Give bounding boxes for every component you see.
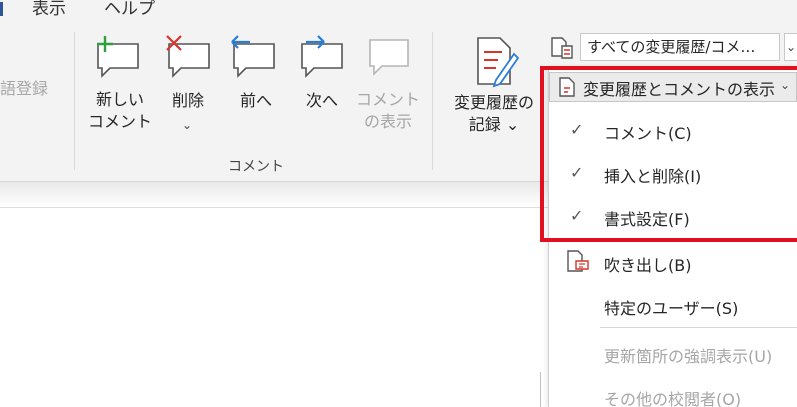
new-comment-line2: コメント <box>88 112 153 131</box>
menu-item-label: 挿入と削除(I) <box>604 167 702 186</box>
menu-item-label: その他の校閲者(O) <box>604 390 742 407</box>
menu-item-other-authors: その他の校閲者(O) <box>552 377 797 407</box>
balloon-icon <box>567 250 589 272</box>
track-changes-icon <box>477 37 520 88</box>
new-comment-line1: 新しい <box>95 90 144 109</box>
show-markup-label: 変更履歴とコメントの表示 <box>583 80 776 99</box>
checkmark-icon: ✓ <box>570 163 584 182</box>
ribbon-separator <box>74 32 75 170</box>
menu-item-balloons[interactable]: 吹き出し(B) <box>552 243 797 283</box>
show-comments-button[interactable]: コメント の表示 <box>356 89 420 133</box>
delete-comment-icon <box>166 35 210 78</box>
next-comment-icon <box>301 35 343 78</box>
next-button[interactable]: 次へ <box>300 90 344 112</box>
menu-item-specific-people[interactable]: 特定のユーザー(S) <box>552 286 797 326</box>
menu-item-label: 特定のユーザー(S) <box>604 299 739 318</box>
track-changes-line2: 記録 ⌄ <box>468 115 520 134</box>
menu-item-label: 吹き出し(B) <box>604 256 692 275</box>
new-comment-icon <box>97 36 139 78</box>
word-register-partial-label[interactable]: 語登録 <box>0 78 48 100</box>
menu-item-insertions-deletions[interactable]: ✓ 挿入と削除(I) <box>552 154 797 194</box>
menu-item-label: 更新箇所の強調表示(U) <box>604 347 773 366</box>
document-edge-line <box>540 372 541 407</box>
checkmark-icon: ✓ <box>570 206 584 225</box>
comment-group-label: コメント <box>228 159 284 175</box>
menu-item-comments[interactable]: ✓ コメント(C) <box>552 111 797 151</box>
ribbon-tab-strip: 表示 ヘルプ <box>0 0 797 22</box>
tab-view[interactable]: 表示 <box>32 0 66 19</box>
menu-item-label: コメント(C) <box>604 124 692 143</box>
previous-button[interactable]: 前へ <box>234 90 278 112</box>
track-changes-button[interactable]: 変更履歴の 記録 ⌄ <box>446 92 542 136</box>
show-comments-icon <box>369 39 409 76</box>
checkmark-icon: ✓ <box>570 120 584 139</box>
menu-item-label: 書式設定(F) <box>604 210 690 229</box>
show-comments-line2: の表示 <box>363 112 412 131</box>
new-comment-button[interactable]: 新しい コメント <box>88 89 152 133</box>
delete-button[interactable]: 削除 <box>166 90 210 112</box>
show-comments-line1: コメント <box>356 90 421 109</box>
display-for-review-icon <box>551 37 573 59</box>
ribbon-separator <box>432 32 433 170</box>
menu-divider <box>600 327 797 328</box>
track-changes-line1: 変更履歴の <box>453 93 534 112</box>
markup-display-select[interactable]: すべての変更履歴/コメ… <box>580 33 780 61</box>
delete-chevron-down-icon[interactable]: ⌄ <box>182 118 192 132</box>
menu-item-formatting[interactable]: ✓ 書式設定(F) <box>552 197 797 237</box>
markup-select-chevron-down-icon[interactable]: ⌄ <box>784 33 797 61</box>
show-markup-chevron-down-icon: ⌄ <box>780 78 791 92</box>
active-tab-indicator <box>0 2 3 16</box>
menu-item-highlight-updates: 更新箇所の強調表示(U) <box>552 334 797 374</box>
show-markup-icon <box>559 77 575 97</box>
previous-comment-icon <box>231 35 275 78</box>
tab-help[interactable]: ヘルプ <box>104 0 155 19</box>
